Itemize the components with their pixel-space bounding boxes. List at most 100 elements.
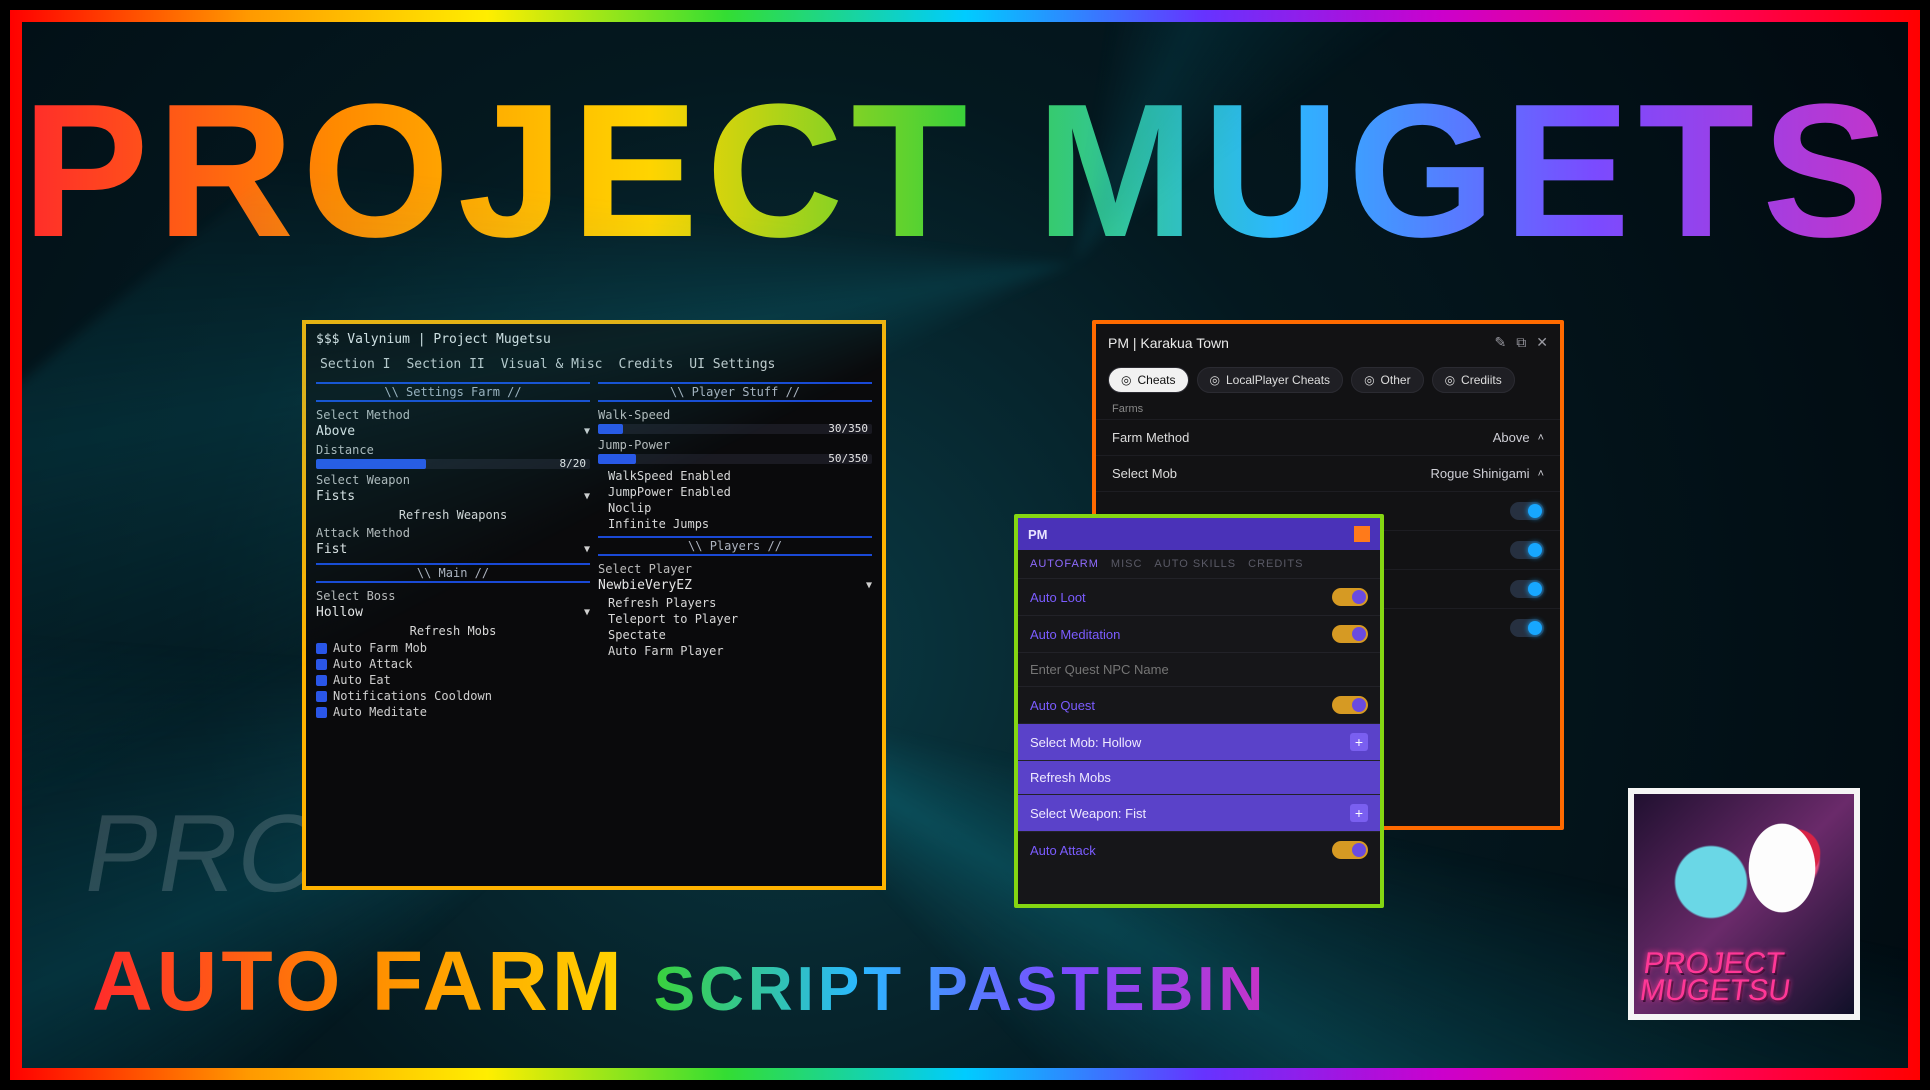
checkbox-notifications-cooldown[interactable]: Notifications Cooldown (316, 688, 590, 704)
row-refresh-mobs[interactable]: Refresh Mobs (1018, 760, 1380, 794)
toggle-switch[interactable] (1332, 841, 1368, 859)
pill-other[interactable]: ◎Other (1351, 367, 1424, 393)
item-jumppower-enabled[interactable]: JumpPower Enabled (598, 484, 872, 500)
game-thumbnail: PROJECTMUGETSU (1628, 788, 1860, 1020)
tab-section-2[interactable]: Section II (406, 357, 484, 372)
pm-title[interactable]: PM (1028, 527, 1048, 542)
plus-icon[interactable]: + (1350, 804, 1368, 822)
quest-npc-field[interactable] (1030, 662, 1368, 677)
tab-ui-settings[interactable]: UI Settings (689, 357, 775, 372)
pm-minimize-button[interactable] (1354, 526, 1370, 542)
pill-crediits[interactable]: ◎Crediits (1432, 367, 1515, 393)
toggle-switch[interactable] (1510, 541, 1544, 559)
farms-section-label: Farms (1096, 403, 1560, 419)
valynium-tabs: Section I Section II Visual & Misc Credi… (306, 355, 882, 378)
row-auto-attack[interactable]: Auto Attack (1018, 831, 1380, 868)
refresh-mobs-button[interactable]: Refresh Mobs (316, 622, 590, 640)
toggle-switch[interactable] (1332, 625, 1368, 643)
walk-speed-slider[interactable]: 30/350 (598, 424, 872, 434)
row-toggle[interactable] (1096, 530, 1560, 569)
item-walkspeed-enabled[interactable]: WalkSpeed Enabled (598, 468, 872, 484)
valynium-titlebar[interactable]: $$$ Valynium | Project Mugetsu (306, 324, 882, 355)
toggle-switch[interactable] (1332, 588, 1368, 606)
chevron-up-icon: ˄ (1538, 468, 1544, 480)
checkbox-auto-farm-mob[interactable]: Auto Farm Mob (316, 640, 590, 656)
target-icon: ◎ (1210, 373, 1220, 387)
row-auto-quest[interactable]: Auto Quest (1018, 686, 1380, 723)
pill-cheats[interactable]: ◎Cheats (1108, 367, 1189, 393)
distance-slider[interactable]: 8/20 (316, 459, 590, 469)
pm-tabs: AUTOFARM MISC AUTO SKILLS CREDITS (1018, 550, 1380, 578)
checkbox-auto-attack[interactable]: Auto Attack (316, 656, 590, 672)
row-select-weapon-fist[interactable]: Select Weapon: Fist+ (1018, 794, 1380, 831)
item-refresh-players[interactable]: Refresh Players (598, 595, 872, 611)
tab-auto-skills[interactable]: AUTO SKILLS (1154, 558, 1236, 570)
distance-value: 8/20 (560, 457, 587, 470)
chevron-down-icon: ▼ (866, 580, 872, 591)
subtitle: AUTO FARM SCRIPT PASTEBIN (92, 933, 1267, 1030)
item-infinite-jumps[interactable]: Infinite Jumps (598, 516, 872, 532)
page-title: PROJECT MUGETSU (22, 62, 1908, 280)
tab-credits[interactable]: Credits (618, 357, 673, 372)
select-weapon-dropdown[interactable]: Fists▼ (316, 487, 590, 506)
row-toggle[interactable] (1096, 491, 1560, 530)
copy-icon[interactable]: ⧉ (1516, 334, 1526, 351)
row-farm-method[interactable]: Farm MethodAbove˄ (1096, 419, 1560, 455)
watermark: PRO (78, 810, 332, 898)
checkbox-icon (316, 707, 327, 718)
karakua-title[interactable]: PM | Karakua Town (1108, 335, 1229, 351)
tab-autofarm[interactable]: AUTOFARM (1030, 558, 1099, 570)
row-select-mob-hollow[interactable]: Select Mob: Hollow+ (1018, 723, 1380, 760)
row-select-mob[interactable]: Select MobRogue Shinigami˄ (1096, 455, 1560, 491)
thumbnail-logo: PROJECTMUGETSU (1638, 950, 1850, 1004)
select-player-dropdown[interactable]: NewbieVeryEZ▼ (598, 576, 872, 595)
chevron-down-icon: ▼ (584, 426, 590, 437)
section-settings-farm: \\ Settings Farm // (316, 382, 590, 402)
valynium-panel: $$$ Valynium | Project Mugetsu Section I… (302, 320, 886, 890)
pm-panel: PM AUTOFARM MISC AUTO SKILLS CREDITS Auto L… (1014, 514, 1384, 908)
jump-power-value: 50/350 (828, 452, 868, 465)
select-method-dropdown[interactable]: Above▼ (316, 422, 590, 441)
target-icon: ◎ (1121, 373, 1131, 387)
pill-localplayer-cheats[interactable]: ◎LocalPlayer Cheats (1197, 367, 1344, 393)
toggle-switch[interactable] (1332, 696, 1368, 714)
row-toggle[interactable] (1096, 608, 1560, 647)
item-noclip[interactable]: Noclip (598, 500, 872, 516)
item-teleport-to-player[interactable]: Teleport to Player (598, 611, 872, 627)
chevron-down-icon: ▼ (584, 544, 590, 555)
checkbox-auto-eat[interactable]: Auto Eat (316, 672, 590, 688)
checkbox-auto-meditate[interactable]: Auto Meditate (316, 704, 590, 720)
walk-speed-label: Walk-Speed (598, 408, 872, 422)
item-auto-farm-player[interactable]: Auto Farm Player (598, 643, 872, 659)
tab-credits[interactable]: CREDITS (1248, 558, 1303, 570)
row-auto-meditation[interactable]: Auto Meditation (1018, 615, 1380, 652)
select-boss-label: Select Boss (316, 589, 590, 603)
rainbow-frame: PROJECT MUGETSU PRO $$$ Valynium | Proje… (10, 10, 1920, 1080)
section-player-stuff: \\ Player Stuff // (598, 382, 872, 402)
tab-section-1[interactable]: Section I (320, 357, 390, 372)
toggle-switch[interactable] (1510, 502, 1544, 520)
quest-npc-input[interactable] (1018, 652, 1380, 686)
tab-visual-misc[interactable]: Visual & Misc (501, 357, 603, 372)
section-players: \\ Players // (598, 536, 872, 556)
character-art (1722, 808, 1842, 958)
karakua-panel: PM | Karakua Town ✎ ⧉ ✕ ◎Cheats ◎LocalPla… (1092, 320, 1564, 830)
row-auto-loot[interactable]: Auto Loot (1018, 578, 1380, 615)
tab-misc[interactable]: MISC (1111, 558, 1143, 570)
edit-icon[interactable]: ✎ (1495, 334, 1507, 351)
distance-label: Distance (316, 443, 590, 457)
item-spectate[interactable]: Spectate (598, 627, 872, 643)
refresh-weapons-button[interactable]: Refresh Weapons (316, 506, 590, 524)
jump-power-slider[interactable]: 50/350 (598, 454, 872, 464)
checkbox-icon (316, 691, 327, 702)
toggle-switch[interactable] (1510, 619, 1544, 637)
chevron-up-icon: ˄ (1538, 432, 1544, 444)
attack-method-dropdown[interactable]: Fist▼ (316, 540, 590, 559)
target-icon: ◎ (1364, 373, 1374, 387)
row-toggle[interactable] (1096, 569, 1560, 608)
plus-icon[interactable]: + (1350, 733, 1368, 751)
select-boss-dropdown[interactable]: Hollow▼ (316, 603, 590, 622)
close-icon[interactable]: ✕ (1536, 334, 1548, 351)
toggle-switch[interactable] (1510, 580, 1544, 598)
settings-farm-column: \\ Settings Farm // Select Method Above▼… (316, 378, 590, 720)
